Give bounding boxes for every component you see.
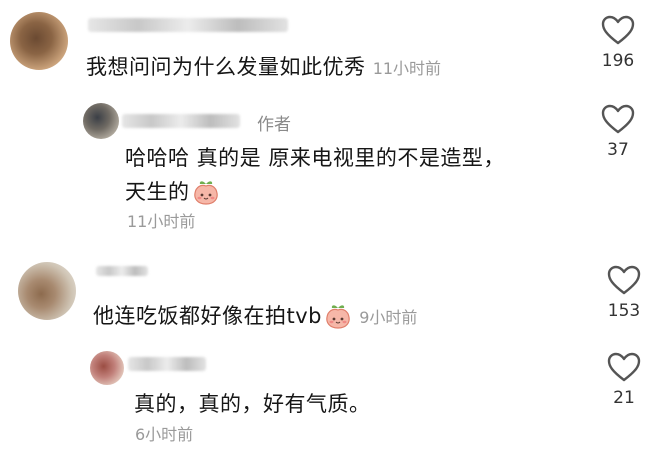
- comment-time: 6小时前: [135, 425, 194, 444]
- peach-emoji-icon: [324, 304, 352, 330]
- username-blurred[interactable]: [122, 114, 240, 128]
- like-button[interactable]: 37: [590, 104, 646, 160]
- like-count: 21: [613, 388, 635, 408]
- like-button[interactable]: 21: [596, 352, 652, 408]
- comment-text: 我想问问为什么发量如此优秀 11小时前: [86, 50, 441, 86]
- like-button[interactable]: 153: [596, 265, 652, 321]
- comment-body: 他连吃饭都好像在拍tvb: [93, 304, 322, 328]
- username-blurred[interactable]: [96, 266, 148, 276]
- peach-emoji-icon: [192, 180, 220, 206]
- comment-time: 9小时前: [359, 308, 418, 327]
- like-button[interactable]: 196: [590, 15, 646, 71]
- comment-line-1: 哈哈哈 真的是 原来电视里的不是造型，: [125, 146, 505, 170]
- like-count: 196: [601, 51, 635, 71]
- avatar[interactable]: [10, 12, 68, 70]
- heart-outline-icon[interactable]: [590, 15, 646, 45]
- heart-outline-icon[interactable]: [596, 352, 652, 382]
- heart-outline-icon[interactable]: [590, 104, 646, 134]
- comment-time: 11小时前: [372, 59, 442, 78]
- avatar[interactable]: [83, 103, 119, 139]
- username-blurred[interactable]: [128, 357, 206, 371]
- comment-line-2-text: 天生的: [125, 180, 190, 204]
- username-blurred[interactable]: [88, 18, 288, 32]
- comment-text: 真的，真的，好有气质。: [134, 387, 371, 421]
- comment-body: 我想问问为什么发量如此优秀: [86, 55, 366, 79]
- like-count: 37: [607, 140, 629, 160]
- heart-outline-icon[interactable]: [596, 265, 652, 295]
- avatar[interactable]: [90, 351, 124, 385]
- comment-body: 真的，真的，好有气质。: [134, 392, 371, 416]
- author-badge: 作者: [257, 115, 291, 135]
- comment-time: 11小时前: [127, 212, 196, 231]
- like-count: 153: [607, 301, 641, 321]
- comment-line-2: 天生的: [125, 175, 505, 209]
- comment-text: 哈哈哈 真的是 原来电视里的不是造型， 天生的: [125, 141, 505, 209]
- comment-text: 他连吃饭都好像在拍tvb 9小时前: [93, 299, 417, 335]
- avatar[interactable]: [18, 262, 76, 320]
